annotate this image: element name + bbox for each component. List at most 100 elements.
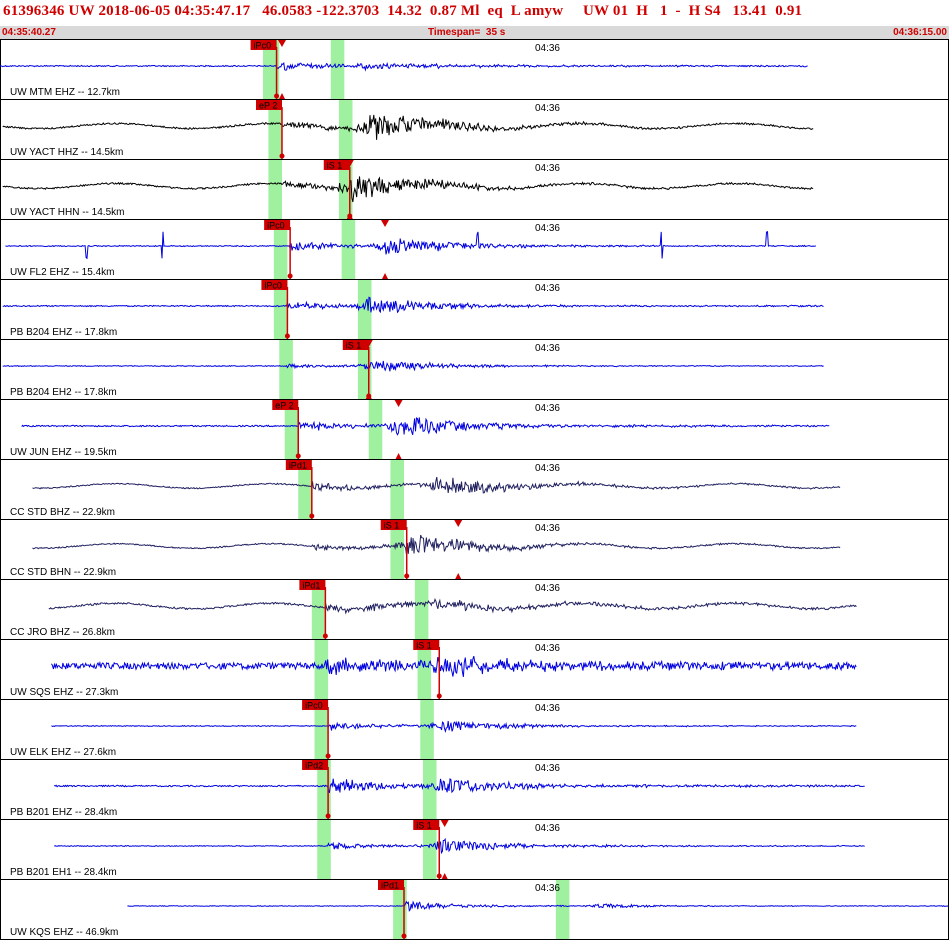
panel-border — [0, 699, 949, 760]
station-label: UW JUN EHZ -- 19.5km — [10, 447, 117, 458]
station-label: PB B204 EH2 -- 17.8km — [10, 387, 117, 398]
trace-panel[interactable]: 04:36 iS 1 PB B204 EH2 -- 17.8km — [0, 339, 949, 400]
panel-border — [0, 819, 949, 880]
seismogram-panel[interactable]: 04:36 iPc0 UW MTM EHZ -- 12.7km 04:36 eP 2 UW… — [0, 39, 949, 940]
trace-panel[interactable]: 04:36 iPc0 PB B204 EHZ -- 17.8km — [0, 279, 949, 340]
waveform-trace — [54, 837, 865, 855]
trace-panel[interactable]: 04:36 eP 2 UW YACT HHZ -- 14.5km — [0, 99, 949, 160]
pick-label: iS 1 — [384, 521, 400, 531]
trace-panel[interactable]: 04:36 iPc0 UW ELK EHZ -- 27.6km — [0, 699, 949, 760]
panel-border — [0, 639, 949, 700]
start-time-label: 04:35:40.27 — [2, 27, 56, 38]
predicted-arrival-marker — [441, 873, 448, 879]
pick-label: iPd1 — [302, 581, 320, 591]
pick-label: eP 2 — [275, 401, 293, 411]
trace-panel[interactable]: 04:36 iPd1 CC STD BHZ -- 22.9km — [0, 459, 949, 520]
trace-panel[interactable]: 04:36 iS 1 PB B201 EH1 -- 28.4km — [0, 819, 949, 880]
waveform-trace — [2, 296, 824, 314]
station-label: CC JRO BHZ -- 26.8km — [10, 627, 115, 638]
station-label: PB B204 EHZ -- 17.8km — [10, 327, 117, 338]
phase-window — [338, 100, 353, 159]
pick-label: iPd1 — [381, 881, 399, 891]
time-tick-label: 04:36 — [535, 43, 560, 54]
waveform-trace — [127, 900, 949, 912]
station-label: CC STD BHZ -- 22.9km — [10, 507, 115, 518]
station-label: UW KQS EHZ -- 46.9km — [10, 927, 118, 938]
pick-marker — [322, 633, 328, 639]
pick-label: eP 2 — [259, 101, 277, 111]
time-tick-label: 04:36 — [535, 523, 560, 534]
trace-panel[interactable]: 04:36 iS 1 UW YACT HHN -- 14.5km — [0, 159, 949, 220]
pick-marker — [325, 813, 331, 819]
predicted-arrival-marker — [382, 273, 389, 279]
end-time-label: 04:36:15.00 — [893, 27, 947, 38]
trace-panel[interactable]: 04:36 iS 1 CC STD BHN -- 22.9km — [0, 519, 949, 580]
panel-border — [0, 879, 949, 940]
station-label: UW YACT HHZ -- 14.5km — [10, 147, 123, 158]
trace-panel[interactable]: 04:36 eP 2 UW JUN EHZ -- 19.5km — [0, 399, 949, 460]
pick-label: iPc0 — [305, 701, 323, 711]
trace-panel[interactable]: 04:36 iPc0 UW FL2 EHZ -- 15.4km — [0, 219, 949, 280]
station-label: PB B201 EHZ -- 28.4km — [10, 807, 117, 818]
pick-label: iS 1 — [346, 341, 362, 351]
station-label: UW SQS EHZ -- 27.3km — [10, 687, 118, 698]
time-tick-label: 04:36 — [535, 463, 560, 474]
phase-window — [330, 40, 345, 99]
phase-window — [317, 820, 331, 879]
timespan-label: Timespan= 35 s — [428, 27, 506, 38]
waveform-trace — [2, 176, 814, 203]
pick-marker — [401, 933, 407, 939]
trace-panel[interactable]: 04:36 iPd1 CC JRO BHZ -- 26.8km — [0, 579, 949, 640]
trace-panel[interactable]: 04:36 iPd2 PB B201 EHZ -- 28.4km — [0, 759, 949, 820]
event-header: 61396346 UW 2018-06-05 04:35:47.17 46.05… — [0, 0, 949, 26]
waveform-trace — [53, 778, 865, 794]
trace-panel[interactable]: 04:36 iPc0 UW MTM EHZ -- 12.7km — [0, 39, 949, 100]
pick-marker — [436, 873, 442, 879]
phase-window — [420, 700, 434, 759]
waveform-trace — [48, 598, 857, 615]
panel-border — [0, 159, 949, 220]
station-label: UW YACT HHN -- 14.5km — [10, 207, 124, 218]
pick-marker — [279, 153, 285, 159]
predicted-arrival-marker — [381, 220, 390, 227]
predicted-arrival-marker — [454, 520, 463, 527]
pick-marker — [325, 753, 331, 759]
pick-label: iS 1 — [327, 161, 343, 171]
pick-label: iPd2 — [305, 761, 323, 771]
waveform-trace — [2, 360, 824, 372]
pick-marker — [309, 513, 315, 519]
pick-marker — [284, 333, 290, 339]
station-label: UW ELK EHZ -- 27.6km — [10, 747, 116, 758]
panel-border — [0, 99, 949, 160]
pick-label: iPd1 — [289, 461, 307, 471]
station-label: PB B201 EH1 -- 28.4km — [10, 867, 117, 878]
panel-border — [0, 339, 949, 400]
predicted-arrival-marker — [394, 400, 403, 407]
trace-panel[interactable]: 04:36 iS 1 UW SQS EHZ -- 27.3km — [0, 639, 949, 700]
waveform-trace — [32, 534, 841, 555]
time-tick-label: 04:36 — [535, 103, 560, 114]
phase-window — [414, 580, 429, 639]
pick-marker — [295, 453, 301, 459]
time-tick-label: 04:36 — [535, 343, 560, 354]
panel-border — [0, 519, 949, 580]
trace-panel[interactable]: 04:36 iPd1 UW KQS EHZ -- 46.9km — [0, 879, 949, 940]
phase-window — [390, 460, 405, 519]
waveform-trace — [0, 61, 808, 72]
predicted-arrival-marker — [455, 573, 462, 579]
pick-label: iS 1 — [416, 821, 432, 831]
waveform-trace — [51, 720, 857, 734]
pick-label: iS 1 — [416, 641, 432, 651]
time-tick-label: 04:36 — [535, 403, 560, 414]
event-title: 61396346 UW 2018-06-05 04:35:47.17 46.05… — [3, 3, 803, 19]
time-tick-label: 04:36 — [535, 883, 560, 894]
time-tick-label: 04:36 — [535, 703, 560, 714]
panel-border — [0, 219, 949, 280]
waveform-trace — [51, 655, 857, 677]
time-tick-label: 04:36 — [535, 283, 560, 294]
pick-label: iPc0 — [267, 221, 285, 231]
predicted-arrival-marker — [278, 93, 285, 99]
waveform-trace — [32, 476, 841, 494]
time-tick-label: 04:36 — [535, 823, 560, 834]
pick-marker — [274, 93, 280, 99]
